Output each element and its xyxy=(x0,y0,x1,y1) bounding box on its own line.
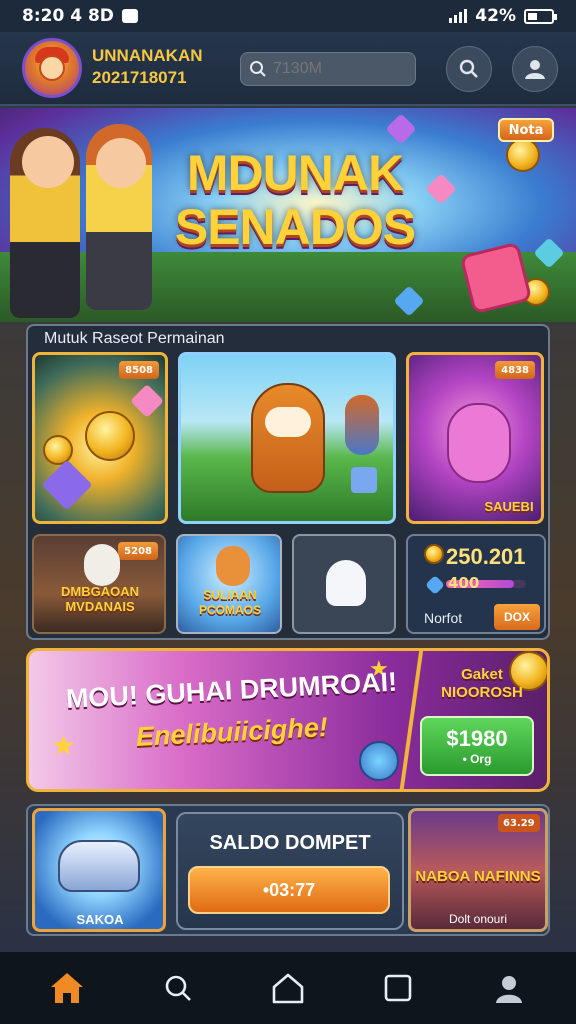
search-icon xyxy=(165,975,191,1001)
app-header: UNNANAKAN 2021718071 xyxy=(0,32,576,106)
bell-button[interactable] xyxy=(446,46,492,92)
home-outline-icon xyxy=(272,973,304,1004)
nav-profile[interactable] xyxy=(481,960,537,1016)
promo-amount-sub: • Org xyxy=(462,752,492,766)
search-box[interactable] xyxy=(240,52,416,86)
star-icon: ★ xyxy=(51,729,77,762)
user-name: UNNANAKAN xyxy=(92,46,203,65)
promo-buy-button[interactable]: $1980 • Org xyxy=(420,716,534,776)
user-id: 2021718071 xyxy=(92,68,187,87)
claim-button[interactable]: DOX xyxy=(494,604,540,630)
car-character xyxy=(58,840,140,892)
fox-face xyxy=(265,407,311,437)
wallet-stat-value: 250.201 xyxy=(446,544,526,569)
game-card-footer: Dolt onouri xyxy=(448,912,508,926)
ghost-character xyxy=(326,560,366,606)
user-icon xyxy=(525,60,545,79)
hero-character-girl-face xyxy=(22,136,74,188)
bottom-nav xyxy=(0,952,576,1024)
wallet-title: SALDO DOMPET xyxy=(209,832,371,854)
game-card-pink-bear[interactable]: 4838 SAUEBI xyxy=(406,352,544,524)
square-icon xyxy=(385,974,412,1002)
gem-icon xyxy=(130,384,164,418)
promo-amount: $1980 xyxy=(446,726,508,751)
gem-icon xyxy=(385,113,417,145)
profile-button[interactable] xyxy=(512,46,558,92)
card-label: SAUEBI xyxy=(484,499,534,514)
coin-icon xyxy=(506,138,540,172)
hero-title: MDUNAK SENADOS xyxy=(150,146,440,254)
wallet-balance-button[interactable]: •03:77 xyxy=(188,866,390,914)
nav-home-outline[interactable] xyxy=(260,960,316,1016)
pink-bear-character xyxy=(447,403,511,483)
dice-icon xyxy=(351,467,377,493)
gem-icon xyxy=(41,459,93,511)
game-card-title: NABOA NAFINNS xyxy=(415,868,541,885)
nav-search[interactable] xyxy=(150,960,206,1016)
hero-character-boy-face xyxy=(96,138,146,188)
battery-icon xyxy=(524,8,557,24)
progress-value: 400 xyxy=(448,574,480,592)
nav-home[interactable] xyxy=(39,960,95,1016)
coin-icon xyxy=(85,411,135,461)
card-tag: 4838 xyxy=(495,361,535,379)
game-card-coins[interactable]: 8508 xyxy=(32,352,168,524)
car-card-label: SAKOA xyxy=(76,912,124,927)
status-time: 8:20 4 8D xyxy=(22,6,114,26)
search-input[interactable] xyxy=(273,60,413,78)
cat-character xyxy=(216,546,250,586)
signal-icon xyxy=(449,9,468,23)
promo-offer-title: Gaket NIOOROSH xyxy=(441,666,523,701)
hero-title-line1: MDUNAK xyxy=(186,145,404,201)
status-bar: 8:20 4 8D 42% xyxy=(0,0,576,32)
game-card-ghost[interactable] xyxy=(292,534,396,634)
battery-fill xyxy=(528,12,538,20)
section-title: Mutuk Raseot Permainan xyxy=(44,330,225,347)
card-tag: 8508 xyxy=(119,361,159,379)
hero-banner[interactable]: MDUNAK SENADOS xyxy=(0,108,576,322)
game-card-dog[interactable]: 5208 DMBGAOAN MVDANAIS xyxy=(32,534,166,634)
game-card-tag: 63.29 xyxy=(498,814,540,832)
notification-label: Norfot xyxy=(424,610,463,626)
small-kid-character xyxy=(345,395,379,455)
game-card-fox[interactable] xyxy=(178,352,396,524)
search-person-icon xyxy=(459,59,478,78)
nav-recent[interactable] xyxy=(370,960,426,1016)
home-icon xyxy=(51,973,84,1003)
message-icon xyxy=(121,9,138,23)
fox-character xyxy=(251,383,325,493)
card-label: DMBGAOAN MVDANAIS xyxy=(61,584,139,614)
avatar[interactable] xyxy=(22,38,82,98)
card-tag: 5208 xyxy=(118,542,158,560)
battery-percent: 42% xyxy=(475,6,516,26)
card-label: SULIAAN PCOMAOS xyxy=(198,588,261,617)
game-card-cat[interactable]: SULIAAN PCOMAOS xyxy=(176,534,282,634)
profile-icon xyxy=(495,976,522,1003)
dog-character xyxy=(84,544,120,586)
avatar-face xyxy=(39,55,65,81)
search-icon xyxy=(250,61,266,77)
gear-decoration-icon xyxy=(359,741,399,781)
coin-icon xyxy=(424,544,444,564)
hero-title-line2: SENADOS xyxy=(174,199,416,255)
hero-badge[interactable]: Nota xyxy=(498,118,554,142)
